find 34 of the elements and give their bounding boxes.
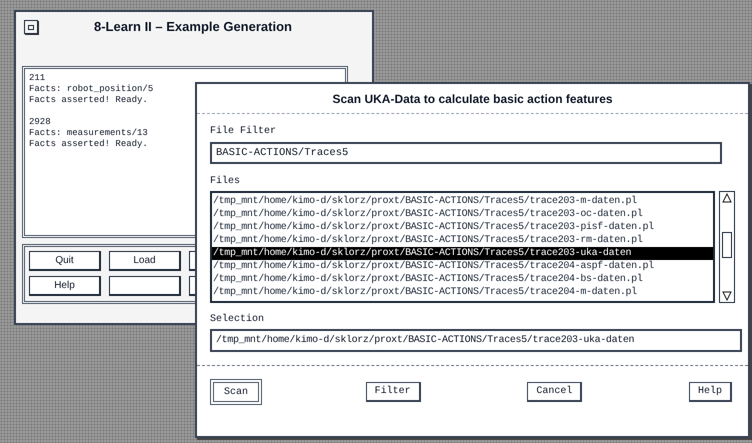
filter-label: File Filter — [210, 124, 276, 139]
dialog-button[interactable]: Scan — [210, 379, 262, 405]
scroll-down-icon[interactable] — [722, 291, 732, 301]
dialog-button[interactable]: Help — [688, 382, 732, 402]
scroll-up-icon[interactable] — [722, 193, 732, 203]
log-line: Facts: measurements/13 — [29, 128, 148, 139]
dialog-button[interactable]: Filter — [366, 382, 421, 402]
log-line: 2928 — [29, 117, 51, 128]
log-line: 211 — [29, 73, 46, 84]
log-line: Facts: robot_position/5 — [29, 84, 154, 95]
file-item[interactable]: /tmp_mnt/home/kimo-d/sklorz/proxt/BASIC-ACTIONS/Traces5/trace203-pisf-daten.pl — [212, 221, 714, 234]
file-item[interactable]: /tmp_mnt/home/kimo-d/sklorz/proxt/BASIC-ACTIONS/Traces5/trace203-oc-daten.pl — [212, 208, 714, 221]
window-menu-icon[interactable] — [24, 20, 38, 34]
file-item[interactable]: /tmp_mnt/home/kimo-d/sklorz/proxt/BASIC-ACTIONS/Traces5/trace203-rm-daten.pl — [212, 234, 714, 247]
scroll-thumb[interactable] — [722, 232, 732, 258]
panel-button[interactable]: Load — [109, 251, 181, 271]
dialog-title: Scan UKA-Data to calculate basic action features — [332, 90, 613, 108]
file-item[interactable]: /tmp_mnt/home/kimo-d/sklorz/proxt/BASIC-ACTIONS/Traces5/trace203-m-daten.pl — [212, 195, 714, 208]
panel-button[interactable]: Quit — [29, 251, 101, 271]
file-item[interactable]: /tmp_mnt/home/kimo-d/sklorz/proxt/BASIC-ACTIONS/Traces5/trace204-m-daten.pl — [212, 286, 714, 299]
files-label: Files — [210, 174, 240, 189]
panel-button[interactable]: Help — [29, 276, 101, 296]
selection-field[interactable]: /tmp_mnt/home/kimo-d/sklorz/proxt/BASIC-ACTIONS/Traces5/trace203-uka-daten — [210, 329, 742, 352]
file-item[interactable]: /tmp_mnt/home/kimo-d/sklorz/proxt/BASIC-ACTIONS/Traces5/trace204-bs-daten.pl — [212, 273, 714, 286]
panel-button[interactable] — [109, 276, 181, 296]
log-line: Facts asserted! Ready. — [29, 139, 148, 150]
filter-field[interactable]: BASIC-ACTIONS/Traces5 — [210, 142, 722, 164]
scrollbar[interactable] — [719, 191, 735, 303]
selection-label: Selection — [210, 312, 264, 327]
window-title: 8-Learn II – Example Generation — [94, 18, 292, 36]
file-item[interactable]: /tmp_mnt/home/kimo-d/sklorz/proxt/BASIC-ACTIONS/Traces5/trace204-aspf-daten.pl — [212, 260, 714, 273]
dialog-button[interactable]: Cancel — [527, 382, 582, 402]
file-item[interactable]: /tmp_mnt/home/kimo-d/sklorz/proxt/BASIC-ACTIONS/Traces5/trace203-uka-daten — [212, 247, 714, 260]
log-line: Facts asserted! Ready. — [29, 95, 148, 106]
